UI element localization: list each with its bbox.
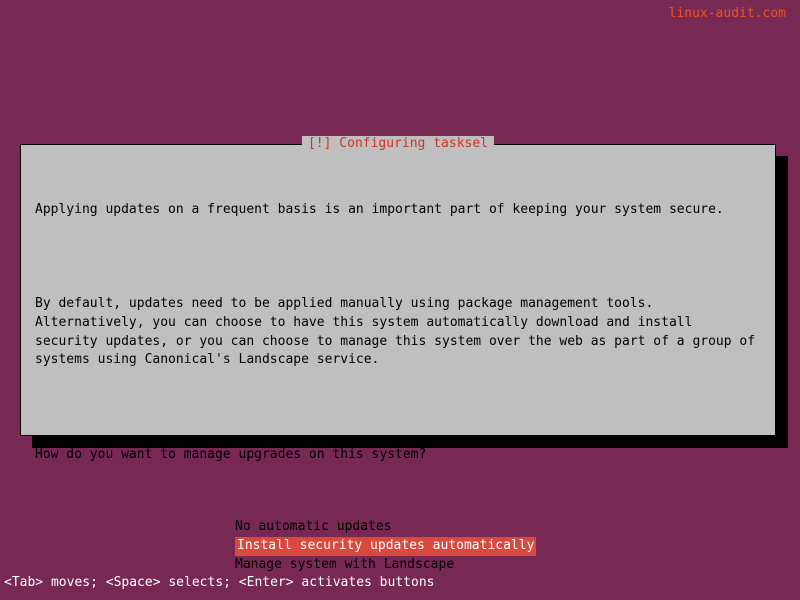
- watermark-text: linux-audit.com: [669, 6, 786, 21]
- dialog-prompt: How do you want to manage upgrades on th…: [35, 446, 761, 465]
- dialog-title-wrap: [!] Configuring tasksel: [21, 136, 775, 151]
- dialog-title: [!] Configuring tasksel: [302, 136, 494, 151]
- dialog-paragraph-2: By default, updates need to be applied m…: [35, 295, 761, 370]
- option-no-auto-updates[interactable]: No automatic updates: [235, 518, 392, 537]
- option-manage-landscape[interactable]: Manage system with Landscape: [235, 556, 454, 575]
- dialog-paragraph-1: Applying updates on a frequent basis is …: [35, 201, 761, 220]
- footer-navigation-hint: <Tab> moves; <Space> selects; <Enter> ac…: [4, 575, 434, 590]
- dialog-body: Applying updates on a frequent basis is …: [35, 163, 761, 502]
- options-list: No automatic updates Install security up…: [235, 518, 761, 575]
- option-install-security-updates[interactable]: Install security updates automatically: [235, 537, 536, 556]
- dialog-box: [!] Configuring tasksel Applying updates…: [20, 144, 776, 436]
